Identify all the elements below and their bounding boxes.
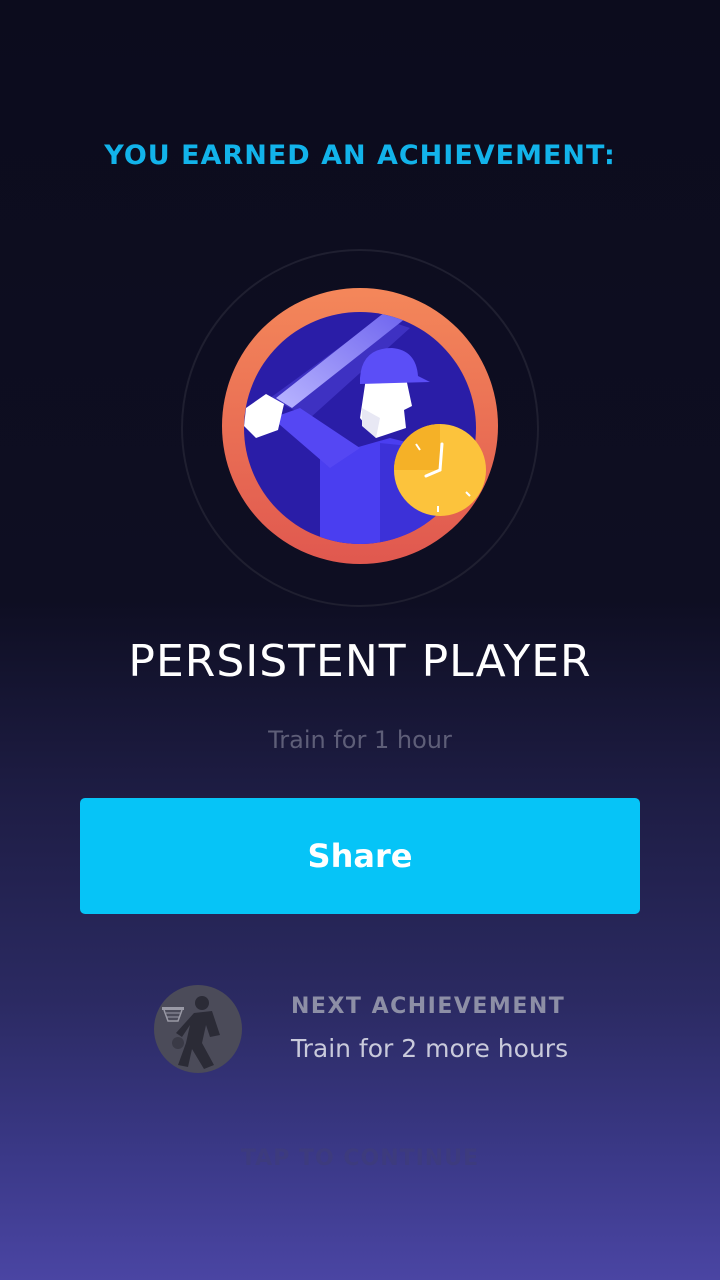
achievement-title: PERSISTENT PLAYER [128,636,592,687]
page-title: YOU EARNED AN ACHIEVEMENT: [104,140,616,171]
next-achievement-label: NEXT ACHIEVEMENT [291,994,566,1019]
share-button[interactable]: Share [80,798,640,914]
baseball-batter-clock-icon [181,249,539,607]
next-achievement-avatar [154,985,242,1073]
achievement-description: Train for 1 hour [268,726,452,754]
achievement-badge [180,248,540,608]
basketball-player-icon [162,996,220,1069]
achievement-screen: YOU EARNED AN ACHIEVEMENT: PERSISTENT PL… [0,0,720,1280]
next-achievement-description: Train for 2 more hours [291,1034,569,1063]
tap-to-continue-link[interactable]: TAP TO CONTINUE [0,1146,720,1171]
